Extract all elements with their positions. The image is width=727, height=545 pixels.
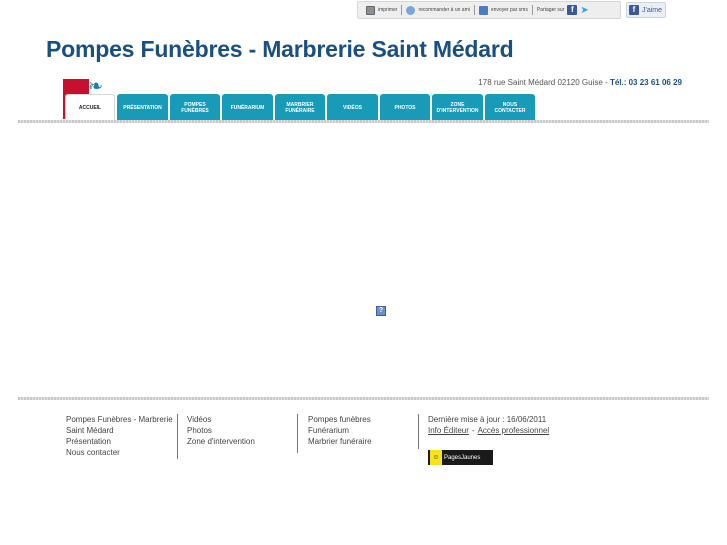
facebook-icon: f xyxy=(629,5,639,15)
pages-jaunes-label: PagesJaunes xyxy=(444,454,481,461)
recommend-link[interactable]: recommander à un ami xyxy=(402,5,473,15)
footer-link-presentation[interactable]: Présentation xyxy=(66,436,178,447)
recommend-icon xyxy=(406,5,416,15)
phone-icon xyxy=(478,5,488,15)
footer-link-videos[interactable]: Vidéos xyxy=(187,414,296,425)
printer-icon xyxy=(366,5,375,15)
footer-link-home-2[interactable]: Saint Médard xyxy=(66,425,178,436)
sms-link[interactable]: envoyer par sms xyxy=(475,5,532,15)
twitter-share-icon[interactable]: ➤ xyxy=(580,5,592,15)
footer-link-contact[interactable]: Nous contacter xyxy=(66,447,178,458)
address-separator: - xyxy=(602,78,610,87)
footer-legal-links: Info Éditeur - Accès professionnel xyxy=(428,425,598,436)
print-label: imprimer xyxy=(378,7,398,13)
share-toolbar: imprimer recommander à un ami envoyer pa… xyxy=(357,1,621,19)
missing-plugin-icon[interactable]: ? xyxy=(376,306,386,316)
share-label: Partager sur xyxy=(536,7,565,13)
info-editeur-link[interactable]: Info Éditeur xyxy=(428,425,469,436)
site-title: Pompes Funèbres - Marbrerie Saint Médard xyxy=(46,36,514,62)
facebook-like-button[interactable]: f J'aime xyxy=(626,2,666,18)
pages-jaunes-badge[interactable]: ☺ PagesJaunes xyxy=(428,450,493,465)
contact-line: 178 rue Saint Médard 02120 Guise - Tél.:… xyxy=(478,78,682,87)
main-nav: ACCUEIL PRÉSENTATION POMPES FUNÈBRES FUN… xyxy=(65,94,535,121)
nav-tab-zone-intervention[interactable]: ZONE D'INTERVENTION xyxy=(432,94,483,121)
nav-tab-presentation[interactable]: PRÉSENTATION xyxy=(117,94,168,121)
footer-link-zone[interactable]: Zone d'intervention xyxy=(187,436,296,447)
legal-links-dash: - xyxy=(471,426,475,435)
footer-link-home[interactable]: Pompes Funèbres - Marbrerie xyxy=(66,414,178,425)
facebook-share-icon[interactable]: f xyxy=(567,5,578,15)
pages-jaunes-logo-icon: ☺ xyxy=(430,450,442,465)
nav-tab-accueil[interactable]: ACCUEIL xyxy=(65,94,115,121)
sms-label: envoyer par sms xyxy=(490,7,528,13)
butterfly-logo-icon: ❧ xyxy=(88,76,104,96)
footer-col-2: Vidéos Photos Zone d'intervention xyxy=(177,414,296,459)
footer-link-marbrier[interactable]: Marbrier funéraire xyxy=(308,436,419,447)
nav-tab-videos[interactable]: VIDÉOS xyxy=(327,94,378,121)
footer-divider xyxy=(18,397,709,400)
acces-pro-link[interactable]: Accès professionnel xyxy=(478,425,550,436)
recommend-label: recommander à un ami xyxy=(418,7,470,13)
footer-col-3: Pompes funèbres Funérarium Marbrier funé… xyxy=(297,414,419,453)
footer-link-photos[interactable]: Photos xyxy=(187,425,296,436)
share-group: Partager sur f ➤ xyxy=(533,5,597,15)
header-divider xyxy=(18,120,709,123)
nav-tab-photos[interactable]: PHOTOS xyxy=(380,94,430,121)
footer-link-pompes[interactable]: Pompes funèbres xyxy=(308,414,419,425)
nav-tab-funerarium[interactable]: FUNÉRARIUM xyxy=(222,94,273,121)
like-label: J'aime xyxy=(642,6,663,14)
footer-link-funerarium[interactable]: Funérarium xyxy=(308,425,419,436)
nav-tab-pompes-funebres[interactable]: POMPES FUNÈBRES xyxy=(170,94,220,121)
footer-col-1: Pompes Funèbres - Marbrerie Saint Médard… xyxy=(66,414,178,458)
footer-col-4: Dernière mise à jour : 16/06/2011 Info É… xyxy=(418,414,598,449)
nav-tab-marbrier-funeraire[interactable]: MARBRIER FUNÉRAIRE xyxy=(275,94,325,121)
print-link[interactable]: imprimer xyxy=(362,5,401,15)
last-update-text: Dernière mise à jour : 16/06/2011 xyxy=(428,415,547,424)
address-text: 178 rue Saint Médard 02120 Guise xyxy=(478,78,603,87)
nav-tab-nous-contacter[interactable]: NOUS CONTACTER xyxy=(485,94,535,121)
phone-number: Tél.: 03 23 61 06 29 xyxy=(609,78,682,87)
